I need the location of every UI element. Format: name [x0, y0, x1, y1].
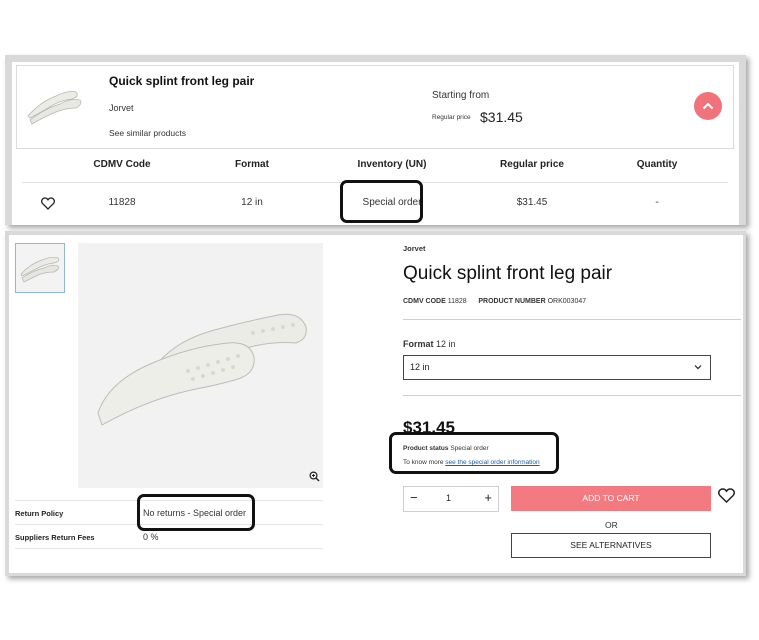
product-number-value: ORK003047: [547, 298, 587, 305]
format-select-value: 12 in: [410, 362, 430, 372]
cell-regular-price: $31.45: [516, 197, 548, 208]
quantity-stepper: − 1 +: [403, 486, 499, 512]
product-detail-panel: Return Policy No returns - Special order…: [5, 231, 746, 576]
divider: [403, 319, 741, 320]
cdmv-code-value: 11828: [447, 298, 467, 305]
return-policy-label: Return Policy: [15, 509, 64, 518]
format-select[interactable]: 12 in: [403, 355, 711, 380]
product-main-image: [78, 243, 323, 488]
suppliers-return-fees-label: Suppliers Return Fees: [15, 533, 95, 542]
or-separator: OR: [605, 520, 618, 530]
heart-icon[interactable]: [718, 488, 735, 503]
see-alternatives-button[interactable]: SEE ALTERNATIVES: [511, 533, 711, 558]
product-number-label: PRODUCT NUMBER: [478, 298, 546, 305]
format-label: Format: [403, 339, 434, 349]
product-detail-inner: Return Policy No returns - Special order…: [9, 235, 743, 573]
decrease-quantity-button[interactable]: −: [410, 490, 418, 505]
header-quantity: Quantity: [636, 159, 678, 170]
highlight-box: [389, 432, 559, 474]
detail-title: Quick splint front leg pair: [403, 263, 613, 284]
header-format: Format: [235, 159, 269, 170]
header-regular-price: Regular price: [500, 159, 564, 170]
table-header-row: CDMV Code Format Inventory (UN) Regular …: [22, 149, 728, 183]
regular-price-value: $31.45: [480, 109, 523, 125]
cell-format: 12 in: [241, 197, 263, 208]
suppliers-return-fees-value: 0 %: [143, 532, 159, 542]
regular-price-label: Regular price: [432, 114, 471, 121]
increase-quantity-button[interactable]: +: [484, 490, 492, 505]
heart-icon[interactable]: [41, 197, 55, 210]
cell-quantity: -: [655, 197, 659, 208]
chevron-down-icon: [694, 365, 702, 370]
starting-from-label: Starting from: [432, 90, 490, 101]
gallery-thumbnail[interactable]: [15, 243, 65, 293]
chevron-up-icon: [702, 102, 714, 110]
cdmv-code-label: CDMV CODE: [403, 298, 446, 305]
collapse-button[interactable]: [694, 92, 722, 120]
detail-brand: Jorvet: [403, 244, 426, 253]
product-card: Quick splint front leg pair Jorvet See s…: [16, 65, 734, 149]
product-codes: CDMV CODE 11828 PRODUCT NUMBER ORK003047: [403, 298, 586, 305]
header-cdmv-code: CDMV Code: [93, 159, 151, 170]
product-brand: Jorvet: [109, 103, 134, 113]
see-similar-products-link[interactable]: See similar products: [109, 128, 186, 138]
highlight-box: [137, 494, 255, 531]
divider: [403, 395, 741, 396]
thumbnail-image: [16, 244, 64, 292]
header-inventory: Inventory (UN): [357, 159, 427, 170]
format-value: 12 in: [436, 339, 456, 349]
product-thumbnail: [27, 91, 82, 125]
quantity-value[interactable]: 1: [446, 493, 451, 503]
add-to-cart-button[interactable]: ADD TO CART: [511, 486, 711, 511]
product-title: Quick splint front leg pair: [109, 74, 255, 88]
format-line: Format 12 in: [403, 339, 456, 349]
highlight-box: [340, 180, 423, 223]
zoom-in-icon[interactable]: [309, 471, 320, 482]
cell-cdmv-code: 11828: [108, 197, 136, 208]
